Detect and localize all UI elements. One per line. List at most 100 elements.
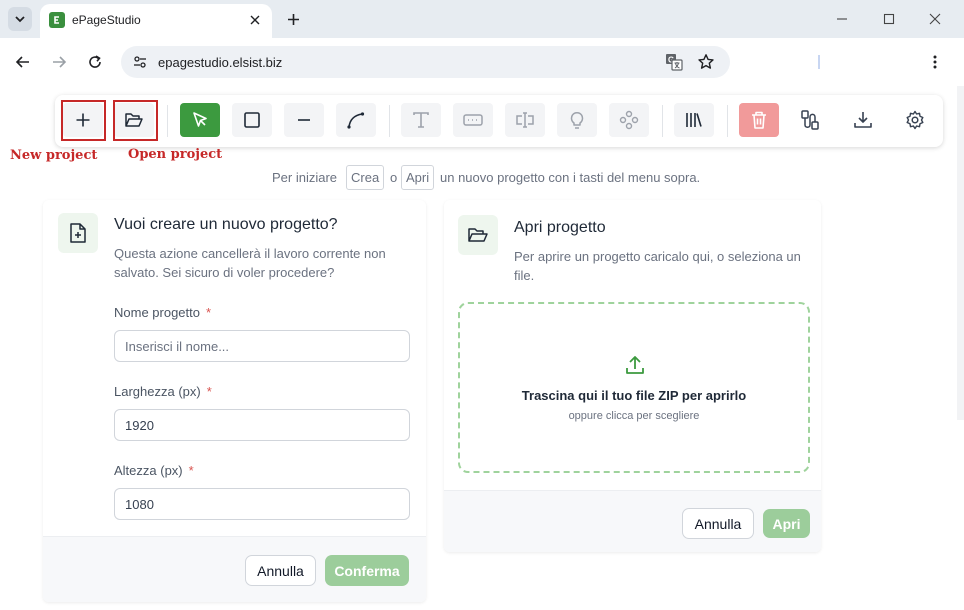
- open-project-annotation: Open project: [128, 147, 223, 162]
- reload-button[interactable]: [83, 50, 107, 74]
- tab-title: ePageStudio: [72, 13, 141, 27]
- browser-tab-active[interactable]: ePageStudio: [40, 4, 272, 38]
- text-cursor-icon: [516, 112, 534, 128]
- dropzone-title: Trascina qui il tuo file ZIP per aprirlo: [521, 388, 747, 403]
- maximize-icon: [883, 13, 895, 25]
- rectangle-tool-button[interactable]: [232, 103, 272, 137]
- file-plus-icon: [58, 213, 98, 253]
- input-field-icon: [463, 114, 483, 126]
- reload-icon: [89, 55, 101, 68]
- hint-or: o: [390, 170, 398, 185]
- new-tab-button[interactable]: [282, 8, 304, 30]
- curve-icon: [347, 112, 365, 129]
- cancel-button[interactable]: Annulla: [682, 508, 754, 539]
- back-button[interactable]: [11, 50, 35, 74]
- close-icon: [929, 13, 941, 25]
- required-mark: *: [206, 305, 212, 320]
- close-window-button[interactable]: [925, 9, 945, 29]
- site-info-icon[interactable]: [132, 54, 148, 70]
- hint-suffix: un nuovo progetto con i tasti del menu s…: [440, 170, 701, 185]
- gamepad-tool-button[interactable]: [609, 103, 649, 137]
- text-tool-button[interactable]: [401, 103, 441, 137]
- gear-icon: [906, 110, 924, 130]
- line-icon: [298, 119, 310, 121]
- toolbar-separator: [389, 105, 390, 137]
- new-project-annotation: New project: [10, 148, 98, 163]
- translate-icon[interactable]: G: [665, 53, 683, 71]
- new-project-description: Questa azione cancellerà il lavoro corre…: [114, 246, 386, 280]
- input-field-tool-button[interactable]: [453, 103, 493, 137]
- lightbulb-icon: [570, 112, 584, 129]
- project-name-label: Nome progetto *: [114, 305, 212, 320]
- bookmark-star-icon[interactable]: [697, 53, 715, 71]
- file-dropzone[interactable]: Trascina qui il tuo file ZIP per aprirlo…: [458, 302, 810, 473]
- tab-close-icon[interactable]: [246, 11, 264, 29]
- address-bar[interactable]: epagestudio.elsist.biz G: [121, 46, 730, 78]
- toolbar-separator: [727, 105, 728, 137]
- line-tool-button[interactable]: [284, 103, 324, 137]
- maximize-window-button[interactable]: [879, 9, 899, 29]
- browser-menu-button[interactable]: [925, 50, 945, 74]
- height-label: Altezza (px) *: [114, 463, 194, 478]
- hint-create-key: Crea: [346, 165, 385, 190]
- open-button[interactable]: Apri: [763, 509, 810, 538]
- delete-tool-button[interactable]: [739, 103, 779, 137]
- start-hint: Per iniziare Crea o Apri un nuovo proget…: [0, 165, 964, 191]
- cancel-button[interactable]: Annulla: [245, 555, 316, 586]
- connection-tool-button[interactable]: [791, 103, 831, 137]
- upload-icon: [626, 356, 644, 374]
- height-input[interactable]: [114, 488, 410, 520]
- route-icon: [801, 110, 819, 130]
- confirm-button[interactable]: Conferma: [325, 555, 409, 586]
- square-icon: [244, 112, 260, 128]
- lamp-tool-button[interactable]: [557, 103, 597, 137]
- gamepad-icon: [619, 110, 639, 130]
- profile-divider: [818, 55, 820, 69]
- url-text: epagestudio.elsist.biz: [158, 55, 283, 70]
- required-mark: *: [206, 384, 212, 399]
- width-input[interactable]: [114, 409, 410, 441]
- new-project-title: Vuoi creare un nuovo progetto?: [114, 216, 338, 233]
- open-project-footer: Annulla Apri: [444, 490, 821, 552]
- trash-icon: [752, 111, 766, 129]
- width-label: Larghezza (px) *: [114, 384, 212, 399]
- toolbar-separator: [662, 105, 663, 137]
- minimize-icon: [837, 18, 847, 20]
- settings-tool-button[interactable]: [895, 103, 935, 137]
- hint-prefix: Per iniziare: [272, 170, 338, 185]
- open-project-title: Apri progetto: [514, 219, 606, 236]
- new-project-card: Vuoi creare un nuovo progetto? Questa az…: [43, 200, 426, 602]
- epagestudio-favicon-icon: [49, 12, 65, 28]
- toolbar-separator: [167, 105, 168, 137]
- dropzone-subtitle: oppure clicca per scegliere: [568, 410, 700, 422]
- open-project-card: Apri progetto Per aprire un progetto car…: [444, 200, 821, 552]
- open-project-highlight: [113, 100, 158, 141]
- folder-open-icon: [458, 215, 498, 255]
- hint-open-key: Apri: [401, 165, 435, 190]
- editor-toolbar: [55, 95, 943, 147]
- text-icon: [413, 112, 429, 128]
- arrow-right-icon: [53, 56, 67, 68]
- new-project-footer: Annulla Conferma: [43, 536, 426, 602]
- library-tool-button[interactable]: [674, 103, 714, 137]
- minimize-window-button[interactable]: [832, 9, 852, 29]
- required-mark: *: [188, 463, 194, 478]
- text-cursor-tool-button[interactable]: [505, 103, 545, 137]
- browser-tab-strip: ePageStudio: [0, 0, 964, 38]
- cursor-pointer-icon: [193, 112, 207, 127]
- forward-button[interactable]: [47, 50, 71, 74]
- plus-icon: [287, 13, 299, 25]
- arrow-left-icon: [15, 56, 29, 68]
- page-scrollbar[interactable]: [957, 86, 964, 420]
- browser-toolbar: epagestudio.elsist.biz G: [0, 38, 964, 86]
- curve-tool-button[interactable]: [336, 103, 376, 137]
- project-name-input[interactable]: [114, 330, 410, 362]
- chevron-down-icon: [15, 16, 25, 23]
- select-tool-button[interactable]: [180, 103, 220, 137]
- new-project-highlight: [61, 100, 106, 141]
- tab-search-button[interactable]: [8, 7, 32, 31]
- kebab-menu-icon: [933, 55, 937, 69]
- download-icon: [854, 112, 872, 128]
- open-project-description: Per aprire un progetto caricalo qui, o s…: [514, 249, 801, 283]
- download-tool-button[interactable]: [843, 103, 883, 137]
